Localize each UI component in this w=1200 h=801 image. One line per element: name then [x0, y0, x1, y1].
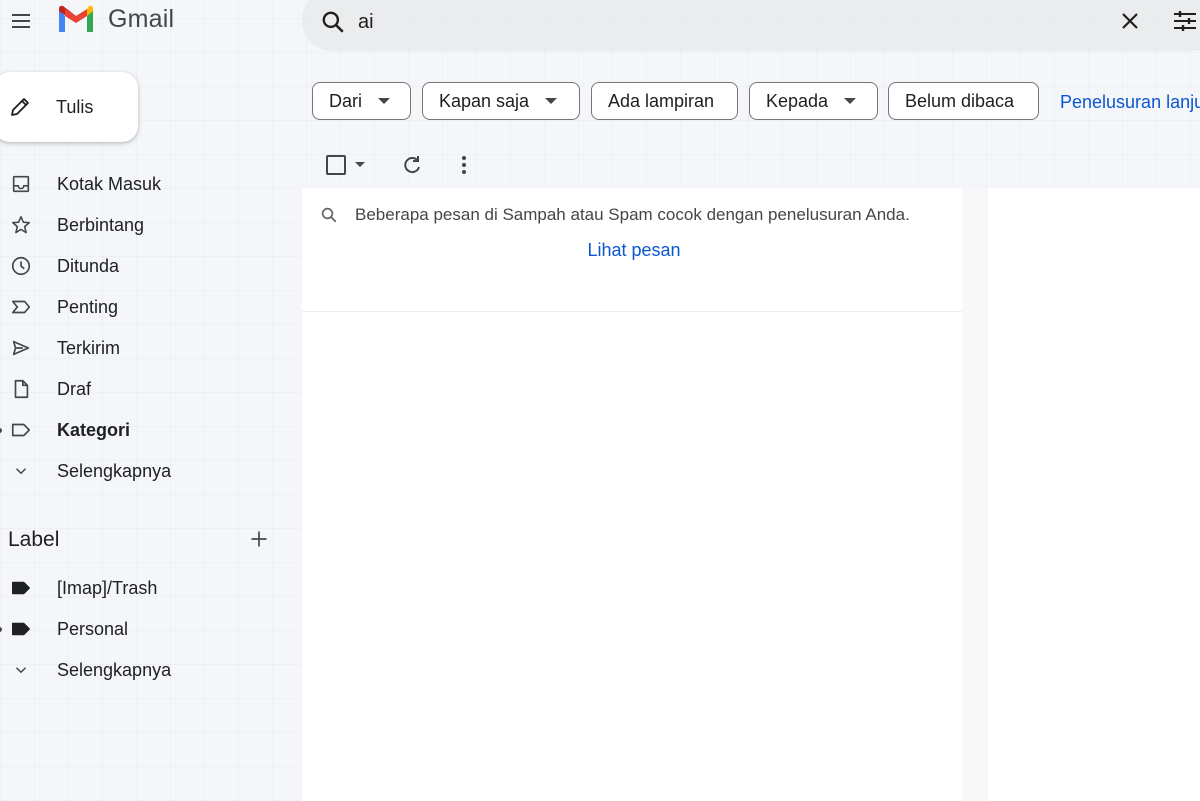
label-name: Personal: [57, 619, 129, 639]
plus-icon: [251, 531, 267, 547]
clock-icon: [9, 254, 33, 278]
nav-item-sent[interactable]: Terkirim: [0, 330, 300, 366]
chip-has-attachment[interactable]: Ada lampiran: [591, 82, 738, 120]
nav-item-starred[interactable]: Berbintang: [0, 207, 300, 243]
hamburger-menu-icon: [12, 14, 30, 28]
inbox-icon: [9, 172, 33, 196]
app-name: Gmail: [108, 4, 175, 33]
nav-label: Kategori: [57, 420, 131, 440]
nav-label: Draf: [57, 379, 92, 399]
chip-unread[interactable]: Belum dibaca: [888, 82, 1039, 120]
draft-icon: [9, 377, 33, 401]
message-toolbar: [310, 145, 490, 185]
dropdown-caret-icon: [844, 98, 857, 104]
label-outline-icon: [9, 418, 33, 442]
nav-label: Penting: [57, 297, 119, 317]
chip-label: Kapan saja: [439, 90, 530, 111]
chip-label: Belum dibaca: [905, 90, 1015, 111]
chip-date[interactable]: Kapan saja: [422, 82, 580, 120]
nav-item-inbox[interactable]: Kotak Masuk: [0, 166, 300, 202]
label-icon: [9, 576, 33, 600]
chip-to[interactable]: Kepada: [749, 82, 878, 120]
pencil-icon: [11, 98, 29, 116]
add-label-button[interactable]: [246, 526, 272, 552]
select-dropdown-icon[interactable]: [355, 162, 365, 167]
nav-label: Ditunda: [57, 256, 120, 276]
nav-item-snoozed[interactable]: Ditunda: [0, 248, 300, 284]
label-item-imap-trash[interactable]: [Imap]/Trash: [0, 570, 300, 606]
nav-label: Selengkapnya: [57, 461, 172, 481]
label-item-personal[interactable]: Personal: [0, 611, 300, 647]
chip-from[interactable]: Dari: [312, 82, 411, 120]
gmail-logo[interactable]: Gmail: [56, 3, 174, 35]
notice-text: Beberapa pesan di Sampah atau Spam cocok…: [355, 205, 910, 224]
dropdown-caret-icon: [378, 98, 391, 104]
search-options-icon[interactable]: [1172, 9, 1198, 33]
star-icon: [9, 213, 33, 237]
chip-label: Dari: [329, 90, 363, 111]
nav-label: Berbintang: [57, 215, 145, 235]
search-bar[interactable]: [302, 0, 1200, 51]
select-all-checkbox[interactable]: [326, 155, 346, 175]
important-icon: [9, 295, 33, 319]
message-list-pane: Beberapa pesan di Sampah atau Spam cocok…: [302, 188, 962, 801]
nav-item-drafts[interactable]: Draf: [0, 371, 300, 407]
clear-search-icon[interactable]: [1118, 9, 1142, 33]
gmail-m-icon: [59, 5, 93, 32]
top-bar: Gmail: [0, 0, 1200, 60]
expand-dot: [0, 428, 2, 433]
refresh-icon[interactable]: [400, 153, 424, 177]
search-icon: [321, 207, 337, 223]
nav-item-more[interactable]: Selengkapnya: [0, 453, 300, 489]
chevron-down-icon: [9, 459, 33, 483]
dropdown-caret-icon: [545, 98, 558, 104]
compose-label: Tulis: [56, 97, 94, 117]
sidebar: Tulis Kotak Masuk Berbintang Ditunda Pen…: [0, 60, 300, 801]
search-input[interactable]: [358, 9, 1058, 35]
advanced-search-link[interactable]: Penelusuran lanjutan: [1060, 92, 1200, 113]
view-messages-link[interactable]: Lihat pesan: [302, 240, 966, 261]
compose-button[interactable]: Tulis: [0, 72, 138, 142]
more-vert-icon[interactable]: [454, 153, 474, 177]
search-icon[interactable]: [320, 9, 346, 35]
chevron-down-icon: [9, 658, 33, 682]
chip-label: Kepada: [766, 90, 829, 111]
send-icon: [9, 336, 33, 360]
label-name: [Imap]/Trash: [57, 578, 158, 598]
nav-label: Kotak Masuk: [57, 174, 162, 194]
label-icon: [9, 617, 33, 641]
trash-spam-notice: Beberapa pesan di Sampah atau Spam cocok…: [302, 188, 962, 312]
label-name: Selengkapnya: [57, 660, 172, 680]
expand-dot: [0, 627, 2, 632]
side-panel: [988, 188, 1200, 801]
labels-more[interactable]: Selengkapnya: [0, 652, 300, 688]
nav-item-categories[interactable]: Kategori: [0, 412, 300, 448]
chip-label: Ada lampiran: [608, 90, 715, 111]
pane-divider: [962, 188, 989, 801]
main-menu-button[interactable]: [4, 4, 38, 38]
nav-item-important[interactable]: Penting: [0, 289, 300, 325]
labels-section-title: Label: [8, 528, 60, 551]
nav-label: Terkirim: [57, 338, 120, 358]
